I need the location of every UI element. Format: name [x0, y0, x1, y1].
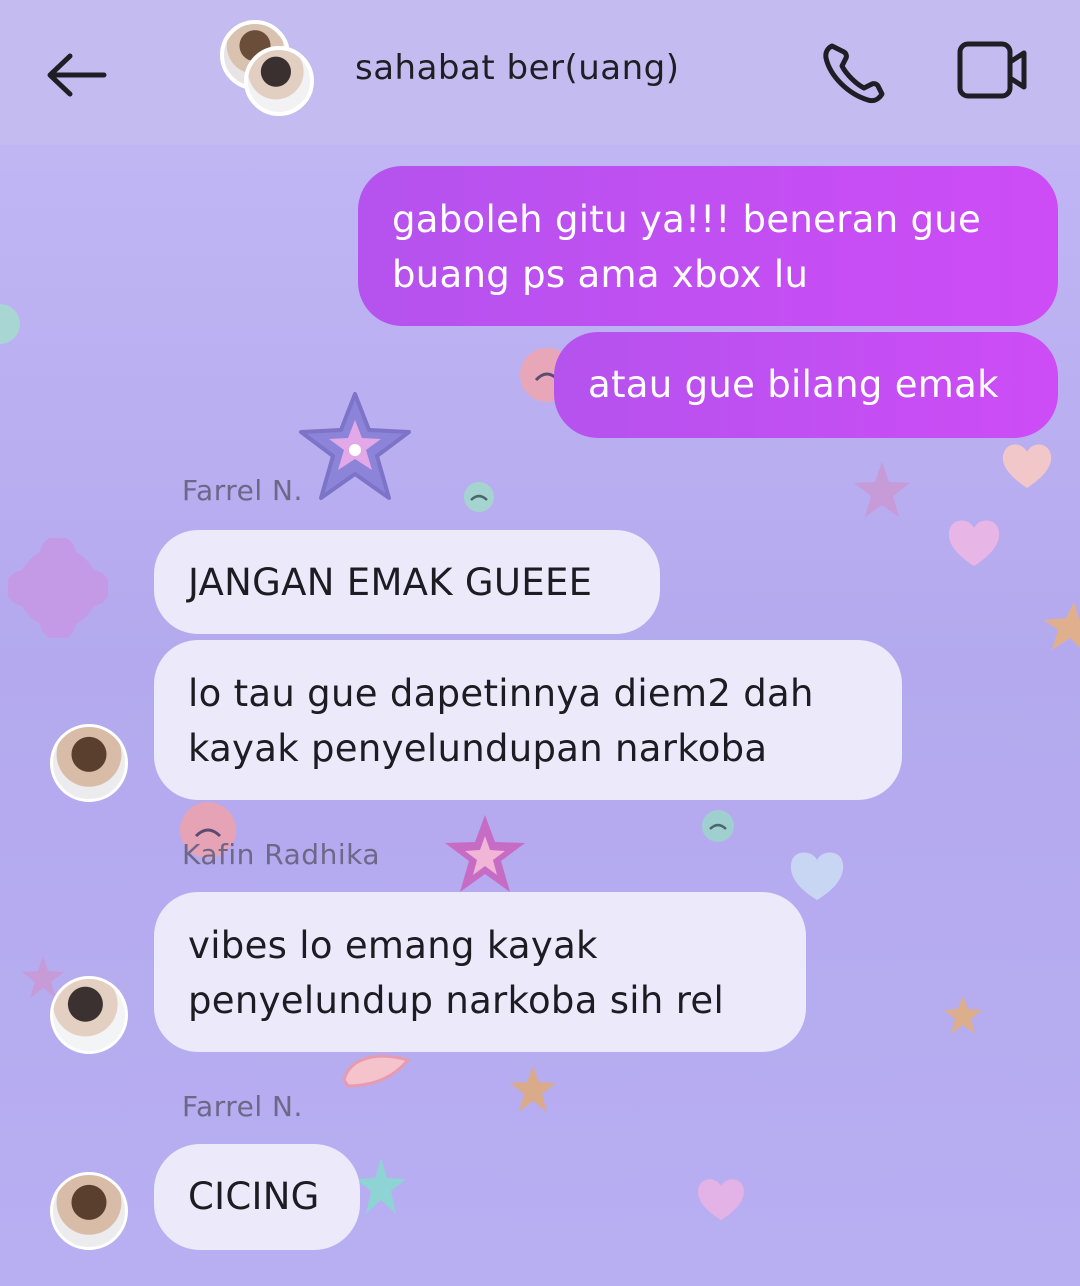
phone-icon[interactable]	[818, 36, 892, 110]
message-text-line: buang ps ama xbox lu	[392, 253, 809, 296]
message-text-line: JANGAN EMAK GUEEE	[188, 561, 593, 604]
sender-name: Farrel N.	[182, 474, 303, 507]
message-text-line: penyelundup narkoba sih rel	[188, 979, 725, 1022]
received-message-bubble[interactable]: CICING	[154, 1144, 360, 1250]
message-text-line: CICING	[188, 1175, 320, 1218]
member-avatar	[244, 46, 314, 116]
group-name[interactable]: sahabat ber(uang)	[355, 48, 680, 88]
message-text-line: atau gue bilang emak	[588, 363, 999, 406]
back-arrow-icon[interactable]	[40, 40, 112, 112]
message-text-line: gaboleh gitu ya!!! beneran gue	[392, 198, 982, 241]
chat-header: sahabat ber(uang)	[0, 0, 1080, 145]
video-camera-icon[interactable]	[950, 36, 1032, 110]
sent-message-bubble[interactable]: atau gue bilang emak	[554, 332, 1058, 438]
message-text-line: kayak penyelundupan narkoba	[188, 727, 768, 770]
sender-name: Kafin Radhika	[182, 838, 380, 871]
sender-avatar[interactable]	[50, 976, 128, 1054]
sent-message-bubble[interactable]: gaboleh gitu ya!!! beneran gue buang ps …	[358, 166, 1058, 326]
message-text-line: lo tau gue dapetinnya diem2 dah	[188, 672, 814, 715]
received-message-bubble[interactable]: lo tau gue dapetinnya diem2 dah kayak pe…	[154, 640, 902, 800]
sender-avatar[interactable]	[50, 724, 128, 802]
received-message-bubble[interactable]: vibes lo emang kayak penyelundup narkoba…	[154, 892, 806, 1052]
group-avatar[interactable]	[218, 20, 318, 120]
sender-name: Farrel N.	[182, 1090, 303, 1123]
sender-avatar[interactable]	[50, 1172, 128, 1250]
message-text-line: vibes lo emang kayak	[188, 924, 598, 967]
received-message-bubble[interactable]: JANGAN EMAK GUEEE	[154, 530, 660, 634]
